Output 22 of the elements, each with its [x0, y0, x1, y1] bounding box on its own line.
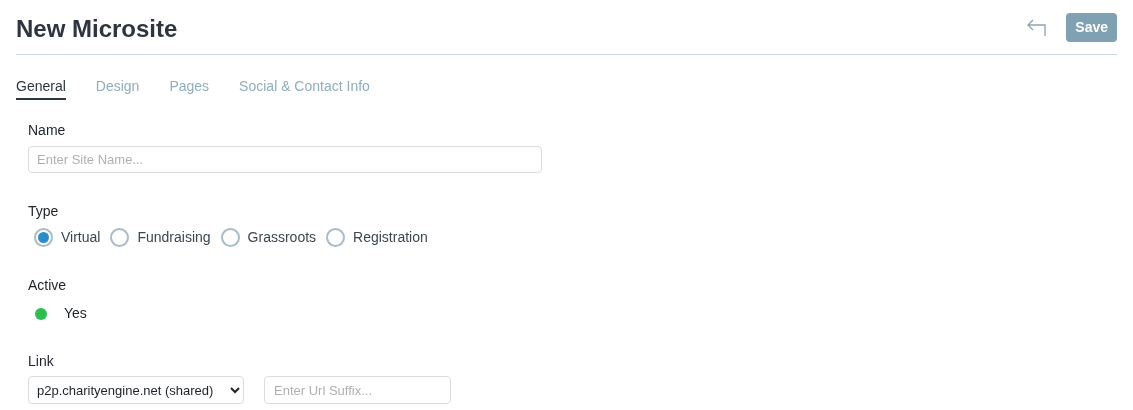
url-suffix-field[interactable]: Enter Url Suffix... [264, 376, 451, 404]
radio-label: Registration [353, 228, 428, 247]
field-label: Active [28, 276, 68, 295]
tab[interactable]: Social & Contact Info [239, 76, 370, 100]
field-label: Link [28, 352, 55, 371]
tab[interactable]: Pages [169, 76, 210, 100]
tab[interactable]: General [16, 76, 66, 100]
domain-select[interactable]: p2p.charityengine.net (shared) [28, 376, 244, 404]
radio-button[interactable] [34, 228, 53, 247]
field-label: Name [28, 121, 67, 140]
radio-label: Grassroots [247, 228, 317, 247]
site-name-field[interactable]: Enter Site Name... [28, 146, 542, 173]
field-label: Type [28, 202, 60, 221]
page-title: New Microsite [16, 14, 178, 44]
radio-label: Virtual [61, 228, 101, 247]
back-arrow-icon [1026, 17, 1049, 37]
status-text: Yes [64, 304, 87, 323]
radio-label: Fundraising [137, 228, 211, 247]
radio-button[interactable] [220, 228, 240, 247]
radio-button[interactable] [326, 228, 346, 247]
tab[interactable]: Design [95, 76, 140, 100]
radio-button[interactable] [110, 228, 130, 247]
